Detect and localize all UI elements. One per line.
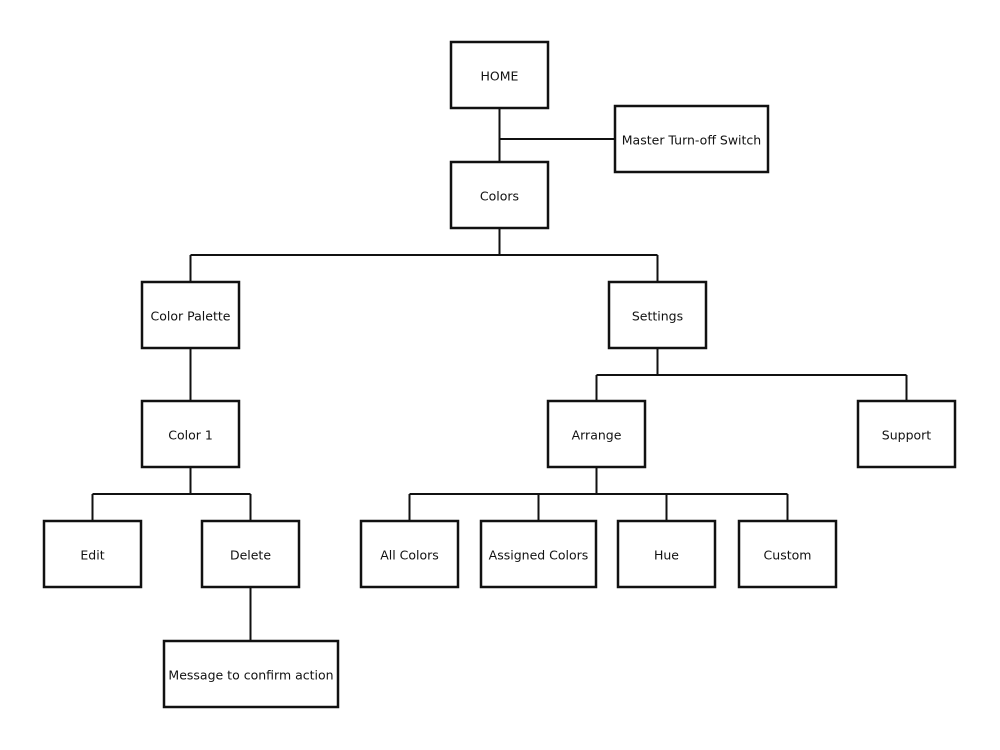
node-assigned: Assigned Colors	[479, 519, 598, 589]
node-palette: Color Palette	[140, 280, 241, 350]
node-hue: Hue	[616, 519, 717, 589]
node-label: Custom	[764, 548, 812, 563]
node-label: Color 1	[168, 428, 213, 443]
node-label: Color Palette	[151, 309, 231, 324]
node-label: Message to confirm action	[168, 668, 333, 683]
node-label: Colors	[480, 189, 519, 204]
node-colors: Colors	[449, 160, 550, 230]
node-label: All Colors	[380, 548, 439, 563]
node-label: Arrange	[572, 428, 622, 443]
node-arrange: Arrange	[546, 399, 647, 469]
node-label: Support	[882, 428, 932, 443]
node-custom: Custom	[737, 519, 838, 589]
node-allcolors: All Colors	[359, 519, 460, 589]
node-delete: Delete	[200, 519, 301, 589]
node-label: Edit	[80, 548, 104, 563]
node-master: Master Turn-off Switch	[613, 104, 770, 174]
node-settings: Settings	[607, 280, 708, 350]
node-home: HOME	[449, 40, 550, 110]
node-label: Assigned Colors	[489, 548, 589, 563]
node-label: Delete	[230, 548, 271, 563]
sitemap-diagram: HOME Master Turn-off Switch Colors Color Pa…	[42, 40, 957, 709]
node-label: HOME	[481, 69, 519, 84]
node-label: Master Turn-off Switch	[622, 133, 761, 148]
node-label: Hue	[654, 548, 679, 563]
node-label: Settings	[632, 309, 683, 324]
node-confirm: Message to confirm action	[162, 639, 340, 709]
node-support: Support	[856, 399, 957, 469]
node-edit: Edit	[42, 519, 143, 589]
node-color1: Color 1	[140, 399, 241, 469]
